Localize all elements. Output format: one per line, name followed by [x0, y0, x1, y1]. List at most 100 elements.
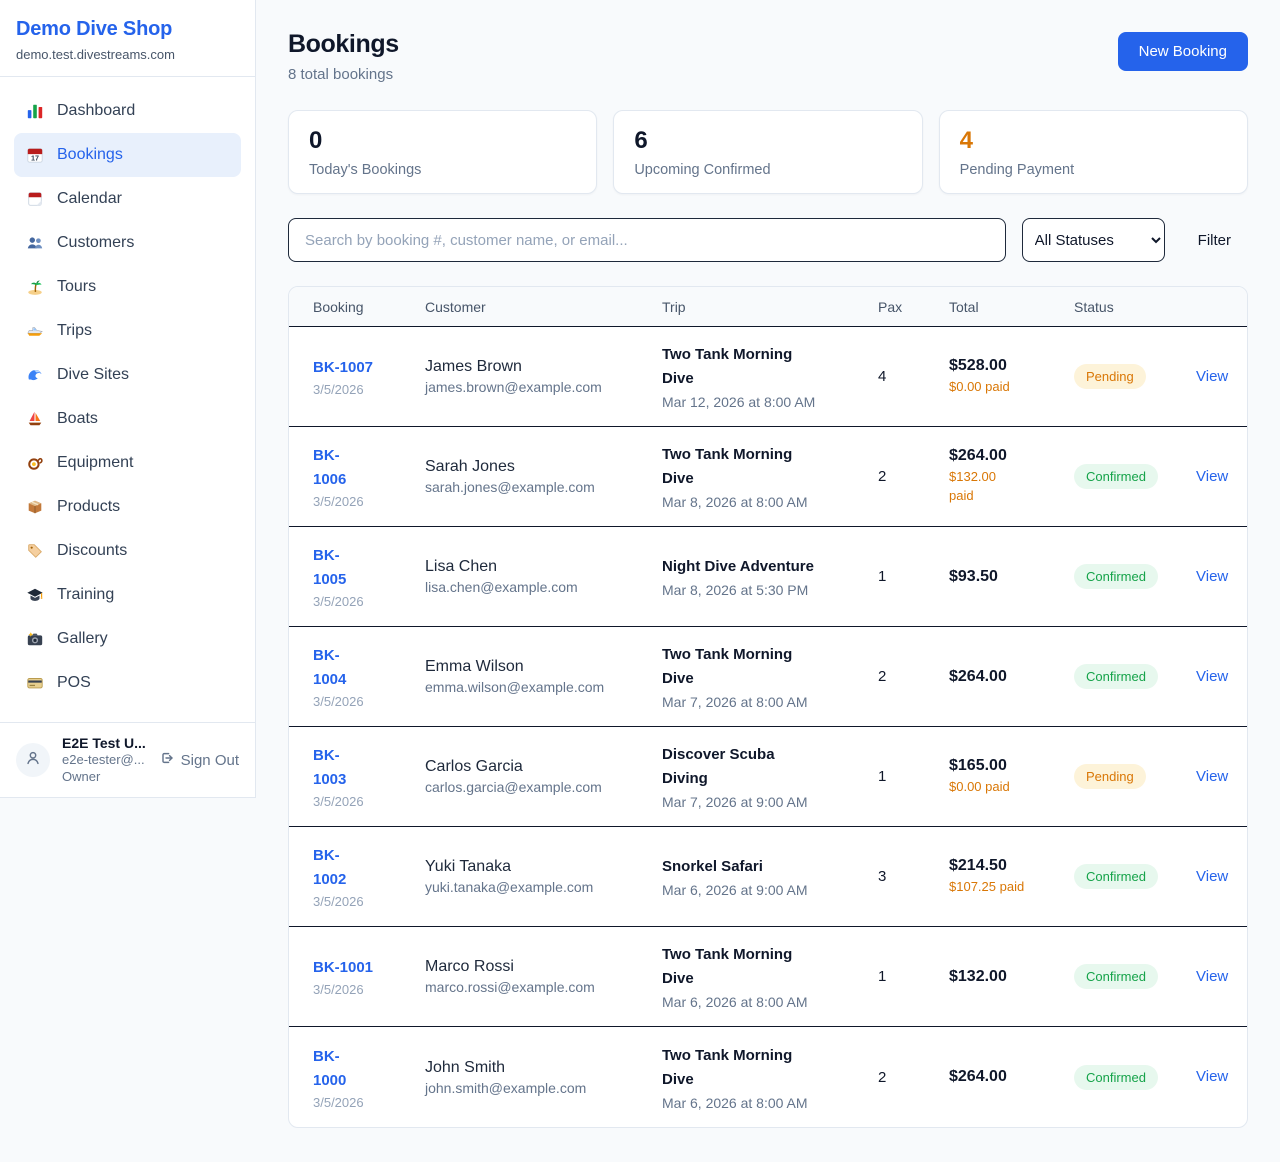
sidebar: Demo Dive Shop demo.test.divestreams.com… [0, 0, 256, 798]
sidebar-item-label: Calendar [57, 190, 122, 208]
column-header-trip: Trip [662, 299, 878, 315]
trip-cell: Two Tank Morning Dive Mar 7, 2026 at 8:0… [662, 643, 878, 710]
trip-name: Two Tank Morning Dive [662, 643, 848, 691]
view-link[interactable]: View [1196, 868, 1228, 885]
dive-mask-icon [26, 454, 44, 472]
status-cell: Pending [1074, 764, 1196, 789]
table-body: BK-1007 3/5/2026 James Brown james.brown… [289, 327, 1247, 1127]
booking-cell: BK-1007 3/5/2026 [313, 356, 425, 397]
total-cell: $264.00 [949, 1068, 1074, 1086]
sidebar-item-label: Training [57, 586, 114, 604]
booking-id-link[interactable]: BK-1007 [313, 356, 425, 380]
filter-row: All Statuses Filter [288, 218, 1248, 262]
sidebar-item-pos[interactable]: POS [14, 661, 241, 705]
sidebar-item-label: Discounts [57, 542, 127, 560]
brand-name: Demo Dive Shop [16, 18, 239, 41]
view-link[interactable]: View [1196, 968, 1228, 985]
sidebar-item-dashboard[interactable]: Dashboard [14, 89, 241, 133]
trip-datetime: Mar 8, 2026 at 5:30 PM [662, 582, 848, 598]
view-link[interactable]: View [1196, 1068, 1228, 1085]
status-cell: Confirmed [1074, 1065, 1196, 1090]
booking-id-link[interactable]: BK- 1005 [313, 544, 425, 592]
customer-name: Lisa Chen [425, 558, 662, 576]
sidebar-item-label: Products [57, 498, 120, 516]
trip-cell: Two Tank Morning Dive Mar 12, 2026 at 8:… [662, 343, 878, 410]
customer-name: Sarah Jones [425, 458, 662, 476]
total-cell: $264.00 [949, 668, 1074, 686]
paid-amount: $132.00 paid [949, 468, 1074, 506]
booking-id-link[interactable]: BK-1001 [313, 956, 425, 980]
customer-cell: John Smith john.smith@example.com [425, 1059, 662, 1096]
trip-cell: Two Tank Morning Dive Mar 8, 2026 at 8:0… [662, 443, 878, 510]
sidebar-item-customers[interactable]: Customers [14, 221, 241, 265]
booking-cell: BK- 1002 3/5/2026 [313, 844, 425, 909]
view-link[interactable]: View [1196, 468, 1228, 485]
trip-cell: Two Tank Morning Dive Mar 6, 2026 at 8:0… [662, 1044, 878, 1111]
sidebar-item-discounts[interactable]: Discounts [14, 529, 241, 573]
stat-label: Upcoming Confirmed [634, 162, 901, 178]
trip-cell: Snorkel Safari Mar 6, 2026 at 9:00 AM [662, 855, 878, 898]
pax-value: 2 [878, 468, 949, 485]
total-cell: $214.50 $107.25 paid [949, 857, 1074, 897]
column-header-status: Status [1074, 299, 1196, 315]
trip-cell: Two Tank Morning Dive Mar 6, 2026 at 8:0… [662, 943, 878, 1010]
sidebar-item-label: Gallery [57, 630, 108, 648]
trip-datetime: Mar 6, 2026 at 9:00 AM [662, 882, 848, 898]
view-link[interactable]: View [1196, 668, 1228, 685]
graduation-cap-icon [26, 586, 44, 604]
view-link[interactable]: View [1196, 368, 1228, 385]
sign-out-button[interactable]: Sign Out [159, 750, 239, 770]
status-cell: Confirmed [1074, 664, 1196, 689]
customer-email: emma.wilson@example.com [425, 679, 662, 695]
sidebar-item-label: Dashboard [57, 102, 135, 120]
booking-id-link[interactable]: BK- 1006 [313, 444, 425, 492]
sidebar-item-tours[interactable]: Tours [14, 265, 241, 309]
sidebar-item-label: Bookings [57, 146, 123, 164]
view-link[interactable]: View [1196, 568, 1228, 585]
trip-name: Two Tank Morning Dive [662, 343, 848, 391]
trip-datetime: Mar 7, 2026 at 9:00 AM [662, 794, 848, 810]
sidebar-item-equipment[interactable]: Equipment [14, 441, 241, 485]
booking-id-link[interactable]: BK- 1003 [313, 744, 425, 792]
total-amount: $165.00 [949, 757, 1074, 775]
customer-cell: Yuki Tanaka yuki.tanaka@example.com [425, 858, 662, 895]
booking-date: 3/5/2026 [313, 982, 425, 997]
brand: Demo Dive Shop demo.test.divestreams.com [0, 0, 255, 77]
sidebar-item-calendar[interactable]: Calendar [14, 177, 241, 221]
table-row: BK- 1004 3/5/2026 Emma Wilson emma.wilso… [289, 627, 1247, 727]
sidebar-item-gallery[interactable]: Gallery [14, 617, 241, 661]
sidebar-item-bookings[interactable]: 17Bookings [14, 133, 241, 177]
trip-datetime: Mar 12, 2026 at 8:00 AM [662, 394, 848, 410]
trip-name: Night Dive Adventure [662, 555, 848, 579]
search-input[interactable] [288, 218, 1006, 262]
new-booking-button[interactable]: New Booking [1118, 32, 1248, 71]
sidebar-item-products[interactable]: Products [14, 485, 241, 529]
customer-email: lisa.chen@example.com [425, 579, 662, 595]
booking-date: 3/5/2026 [313, 794, 425, 809]
booking-id-link[interactable]: BK- 1000 [313, 1045, 425, 1093]
booking-id-link[interactable]: BK- 1004 [313, 644, 425, 692]
user-name: E2E Test U... [62, 734, 147, 752]
customer-cell: Marco Rossi marco.rossi@example.com [425, 958, 662, 995]
view-link[interactable]: View [1196, 768, 1228, 785]
sidebar-item-dive-sites[interactable]: Dive Sites [14, 353, 241, 397]
customer-cell: James Brown james.brown@example.com [425, 358, 662, 395]
sidebar-item-label: Customers [57, 234, 134, 252]
sidebar-item-boats[interactable]: Boats [14, 397, 241, 441]
trip-cell: Night Dive Adventure Mar 8, 2026 at 5:30… [662, 555, 878, 598]
customer-email: sarah.jones@example.com [425, 479, 662, 495]
booking-cell: BK- 1005 3/5/2026 [313, 544, 425, 609]
status-select[interactable]: All Statuses [1022, 218, 1165, 262]
trip-cell: Discover Scuba Diving Mar 7, 2026 at 9:0… [662, 743, 878, 810]
paid-amount: $107.25 paid [949, 878, 1074, 897]
status-badge: Confirmed [1074, 964, 1158, 989]
speedboat-icon [26, 322, 44, 340]
total-cell: $132.00 [949, 968, 1074, 986]
booking-id-link[interactable]: BK- 1002 [313, 844, 425, 892]
sidebar-item-training[interactable]: Training [14, 573, 241, 617]
sailboat-icon [26, 410, 44, 428]
sidebar-item-label: Trips [57, 322, 92, 340]
wave-icon [26, 366, 44, 384]
filter-button[interactable]: Filter [1181, 232, 1248, 249]
sidebar-item-trips[interactable]: Trips [14, 309, 241, 353]
